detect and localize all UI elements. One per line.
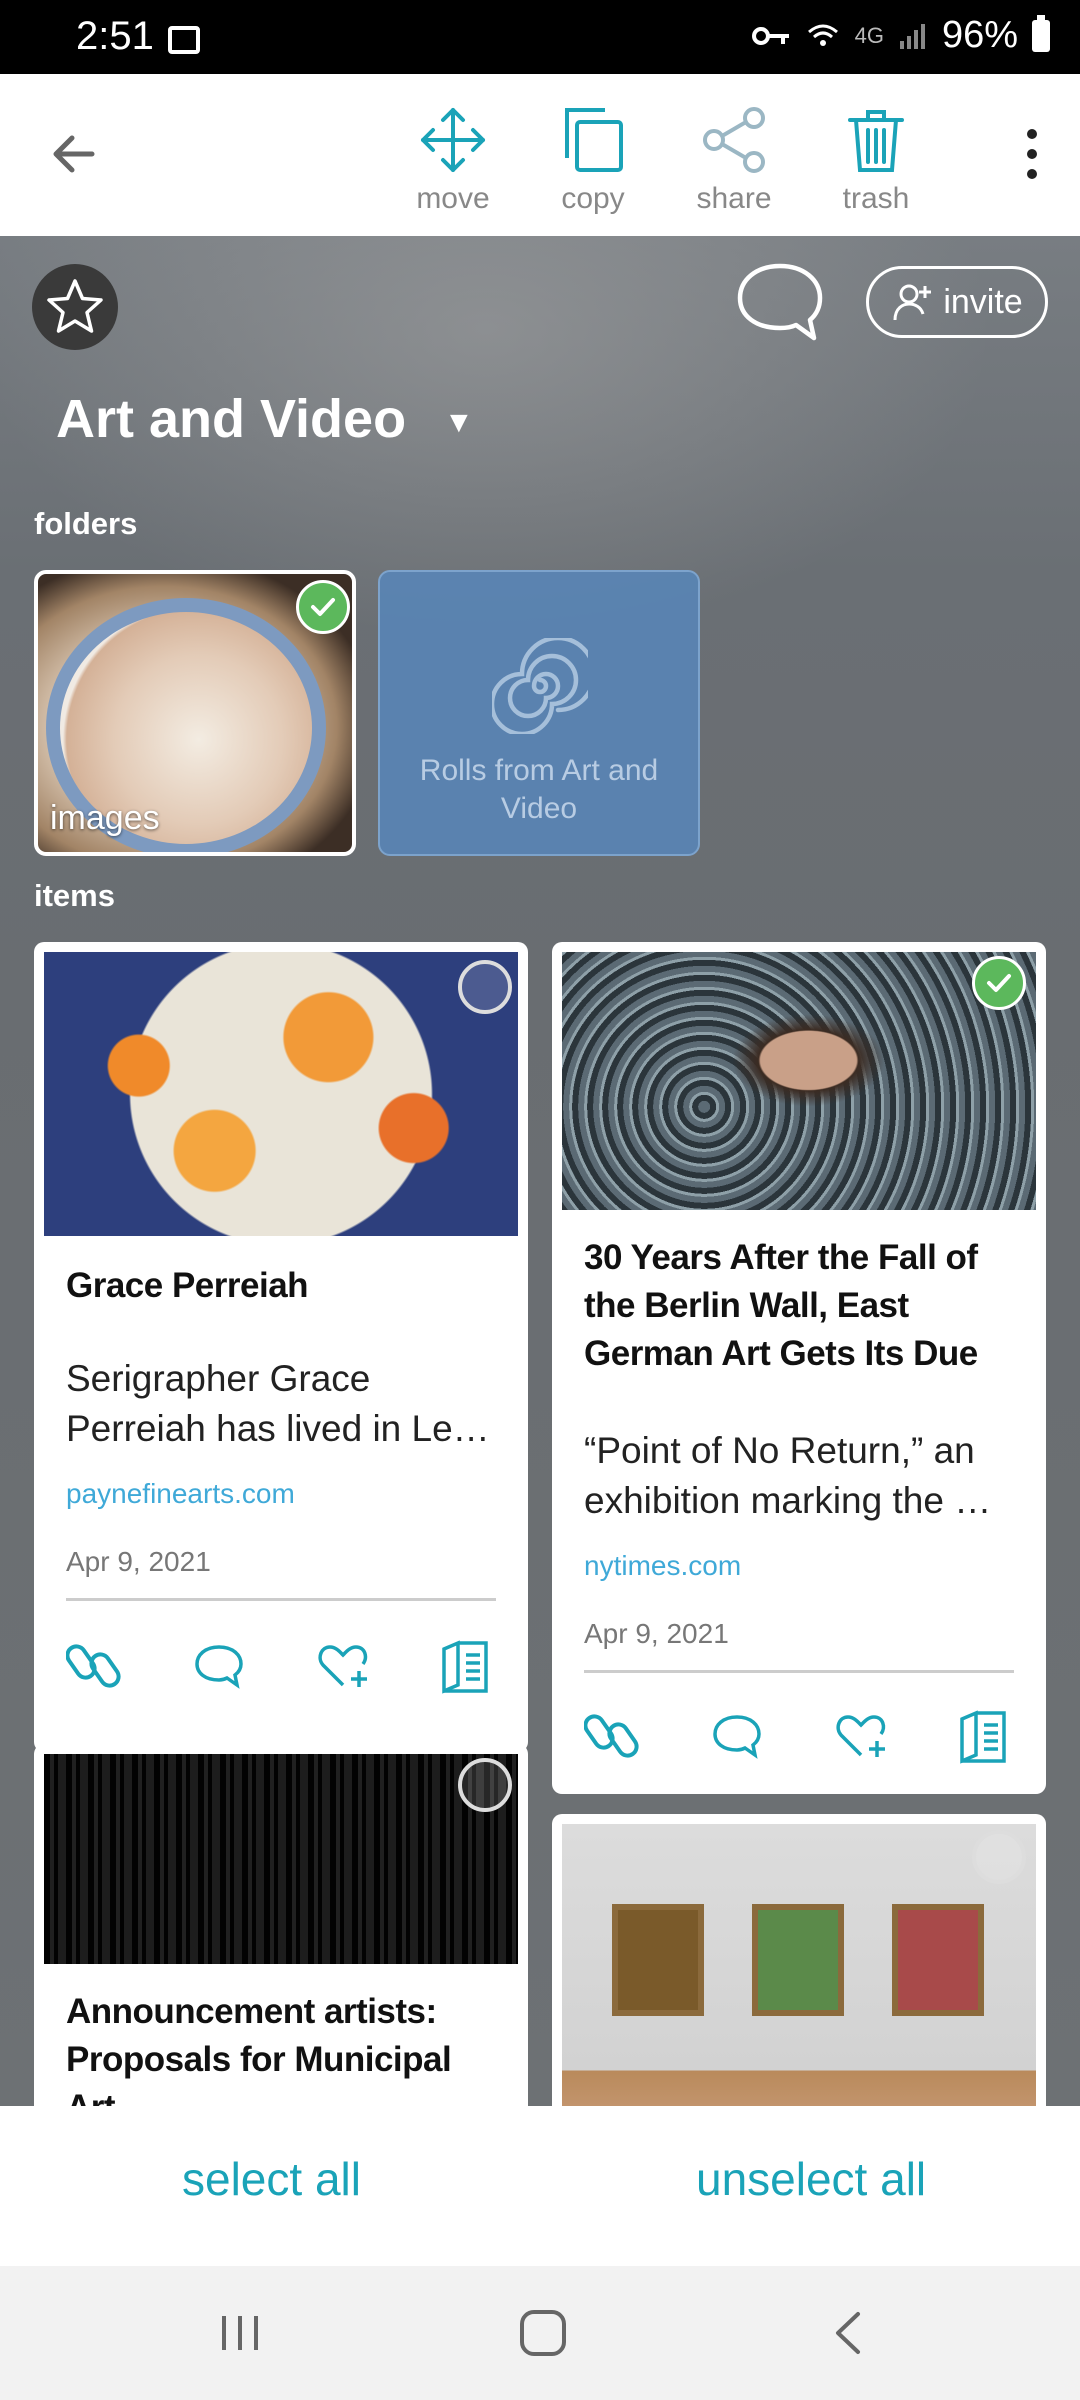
folder-label: images: [50, 799, 160, 837]
collection-view: invite Art and Video ▼ folders images Ro…: [0, 236, 1080, 2144]
trash-button[interactable]: trash: [821, 104, 931, 216]
folder-rolls[interactable]: Rolls from Art and Video: [378, 570, 700, 856]
select-all-button[interactable]: select all: [182, 2152, 361, 2206]
select-toggle[interactable]: [458, 1758, 512, 1812]
item-thumbnail: [44, 952, 518, 1236]
item-card[interactable]: Grace Perreiah Serigrapher Grace Perreia…: [34, 942, 528, 1752]
network-type: 4G: [854, 22, 884, 48]
share-button[interactable]: share: [679, 104, 789, 216]
move-button[interactable]: move: [398, 104, 508, 216]
item-card[interactable]: 30 Years After the Fall of the Berlin Wa…: [552, 942, 1046, 1794]
clock: 2:51: [76, 14, 154, 58]
divider: [66, 1598, 496, 1601]
action-toolbar: move copy share trash: [0, 74, 1080, 236]
item-actions: [66, 1630, 496, 1700]
item-title[interactable]: 30 Years After the Fall of the Berlin Wa…: [584, 1234, 1028, 1378]
like-add-icon[interactable]: [831, 1705, 891, 1765]
painting-1: [612, 1904, 704, 2016]
item-card[interactable]: Announcement artists: Proposals for Muni…: [34, 1744, 528, 2144]
copy-icon: [565, 108, 623, 172]
painting-3: [892, 1904, 984, 2016]
link-icon[interactable]: [584, 1705, 644, 1765]
spiral-icon: [492, 638, 588, 734]
share-icon: [703, 107, 765, 173]
items-heading: items: [34, 878, 115, 913]
add-person-icon: [893, 284, 932, 321]
item-date: Apr 9, 2021: [66, 1546, 211, 1577]
status-icons: 4G 96%: [751, 14, 1050, 57]
trash-icon: [848, 110, 904, 172]
comment-icon[interactable]: [707, 1705, 767, 1765]
copy-button[interactable]: copy: [538, 104, 648, 216]
item-description-line-2: exhibition marking the …: [584, 1480, 992, 1521]
select-toggle[interactable]: [972, 1830, 1026, 1884]
status-bar: 2:51 4G 96%: [0, 0, 1080, 74]
folder-images[interactable]: images: [34, 570, 356, 856]
comments-button[interactable]: [732, 256, 828, 352]
title-dropdown-icon[interactable]: ▼: [444, 406, 474, 440]
selected-check-icon[interactable]: [972, 956, 1026, 1010]
key-icon: [751, 26, 789, 45]
chat-bubble-icon: [737, 263, 823, 341]
share-label: share: [696, 182, 772, 215]
item-date: Apr 9, 2021: [584, 1618, 729, 1649]
invite-label: invite: [943, 282, 1023, 321]
folder-label: Rolls from Art and Video: [419, 754, 659, 825]
reader-icon[interactable]: [954, 1705, 1014, 1765]
like-add-icon[interactable]: [313, 1635, 373, 1695]
trash-label: trash: [842, 182, 910, 215]
star-icon: [47, 279, 103, 333]
item-thumbnail: [562, 952, 1036, 1210]
reader-icon[interactable]: [436, 1635, 496, 1695]
select-toggle[interactable]: [458, 960, 512, 1014]
signal-icon: [899, 23, 925, 49]
item-thumbnail: [44, 1754, 518, 1964]
item-description: Serigrapher Grace Perreiah has lived in …: [66, 1358, 490, 1449]
gallery-notification-icon: [168, 26, 200, 54]
invite-button[interactable]: invite: [866, 266, 1048, 338]
comment-icon[interactable]: [189, 1635, 249, 1695]
more-options-icon[interactable]: [1012, 124, 1052, 184]
favorite-button[interactable]: [32, 264, 118, 350]
home-icon[interactable]: [516, 2306, 570, 2360]
move-icon: [421, 108, 485, 172]
selection-bar: select all unselect all: [0, 2106, 1080, 2266]
recent-apps-icon[interactable]: [216, 2308, 266, 2358]
battery-percent: 96%: [941, 14, 1018, 56]
item-title[interactable]: Grace Perreiah: [66, 1262, 496, 1310]
system-navigation-bar: [0, 2266, 1080, 2400]
folders-heading: folders: [34, 506, 138, 541]
unselect-all-button[interactable]: unselect all: [696, 2152, 926, 2206]
link-icon[interactable]: [66, 1635, 126, 1695]
collection-title[interactable]: Art and Video: [56, 388, 406, 450]
item-thumbnail: [562, 1824, 1036, 2114]
battery-icon: [1032, 14, 1050, 52]
item-description-line-1: “Point of No Return,” an: [584, 1430, 975, 1471]
item-card[interactable]: [552, 1814, 1046, 2134]
item-actions: [584, 1700, 1014, 1770]
back-arrow-icon[interactable]: [44, 124, 104, 184]
copy-label: copy: [561, 182, 625, 215]
move-label: move: [416, 182, 490, 215]
item-source-link[interactable]: paynefinearts.com: [66, 1478, 295, 1510]
system-back-icon[interactable]: [824, 2308, 874, 2358]
selected-check-icon[interactable]: [296, 580, 350, 634]
item-source-link[interactable]: nytimes.com: [584, 1550, 741, 1582]
divider: [584, 1670, 1014, 1673]
wifi-icon: [807, 24, 838, 46]
painting-2: [752, 1904, 844, 2016]
